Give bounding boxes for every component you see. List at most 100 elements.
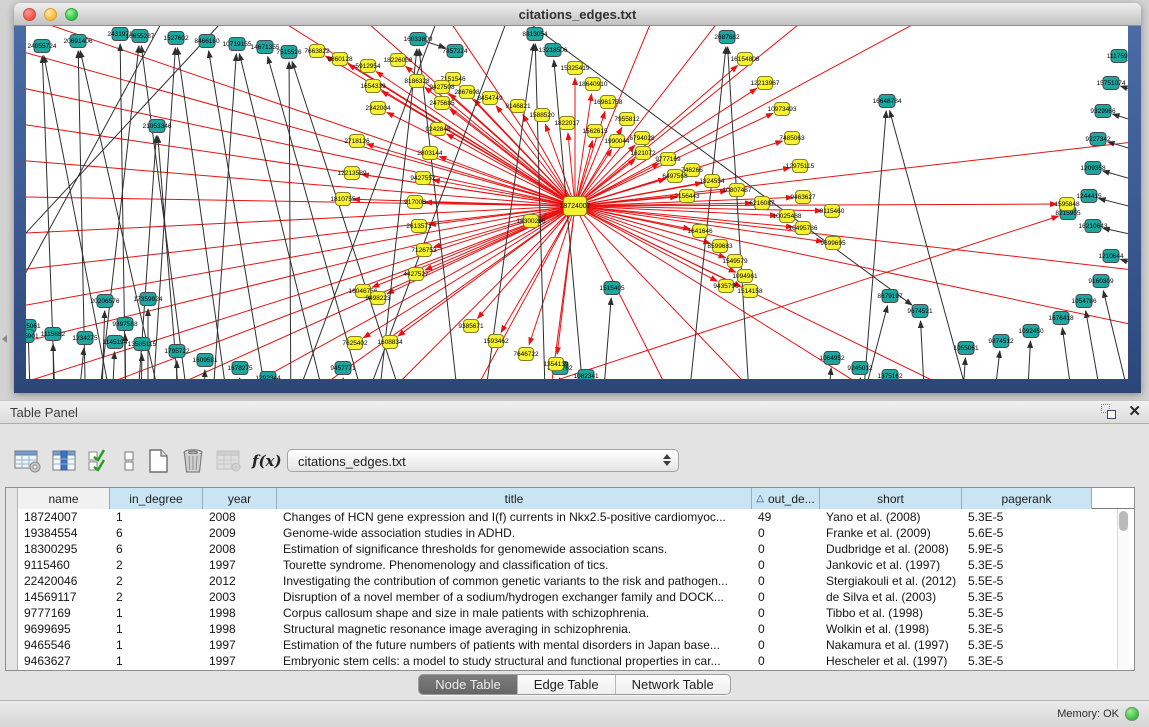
- table-cell: Stergiakouli et al. (2012): [820, 573, 962, 589]
- memory-ok-indicator[interactable]: [1125, 707, 1139, 721]
- svg-text:9874512: 9874512: [988, 338, 1014, 345]
- table-type-tabs: Node Table Edge Table Network Table: [418, 674, 731, 695]
- svg-text:9457771: 9457771: [330, 365, 356, 372]
- window-titlebar[interactable]: citations_edges.txt: [14, 3, 1141, 26]
- svg-text:2803144: 2803144: [417, 150, 443, 157]
- table-row[interactable]: 2242004622012Investigating the contribut…: [18, 573, 1134, 589]
- svg-text:9777169: 9777169: [655, 156, 681, 163]
- table-row[interactable]: 1830029562008Estimation of significance …: [18, 541, 1134, 557]
- svg-text:7663822: 7663822: [304, 48, 330, 55]
- column-header-short[interactable]: short: [820, 488, 962, 509]
- network-view-window: citations_edges.txt 24055724206914062431…: [14, 3, 1141, 393]
- svg-text:1064952: 1064952: [819, 355, 845, 362]
- table-row[interactable]: 977716911998Corpus callosum shape and si…: [18, 605, 1134, 621]
- scrollbar-thumb[interactable]: [1119, 511, 1128, 531]
- table-cell: 2012: [203, 573, 277, 589]
- table-cell: 14569117: [18, 589, 110, 605]
- table-selector-dropdown[interactable]: citations_edges.txt: [287, 449, 679, 472]
- table-mode-icon[interactable]: [14, 446, 42, 476]
- table-row[interactable]: 1938455462009Genome-wide association stu…: [18, 525, 1134, 541]
- svg-text:2156443: 2156443: [674, 193, 700, 200]
- column-header-pagerank[interactable]: pagerank: [962, 488, 1092, 509]
- tab-network-table[interactable]: Network Table: [616, 675, 730, 694]
- svg-text:7126753: 7126753: [411, 247, 437, 254]
- svg-text:2867608: 2867608: [454, 89, 480, 96]
- close-panel-icon[interactable]: ✕: [1128, 404, 1141, 419]
- table-row[interactable]: 911546021997Tourette syndrome. Phenomeno…: [18, 557, 1134, 573]
- table-row[interactable]: 946362711997Embryonic stem cells: a mode…: [18, 653, 1134, 669]
- svg-text:9385671: 9385671: [458, 323, 484, 330]
- svg-text:1117595: 1117595: [1107, 53, 1128, 60]
- table-row[interactable]: 969969511998Structural magnetic resonanc…: [18, 621, 1134, 637]
- svg-text:2718126: 2718126: [344, 138, 370, 145]
- sort-ascending-icon: △: [756, 493, 764, 504]
- svg-text:2475685: 2475685: [429, 100, 455, 107]
- memory-status-label: Memory: OK: [1057, 708, 1119, 720]
- table-cell: 0: [752, 525, 820, 541]
- row-options-icon[interactable]: [122, 446, 136, 476]
- table-vertical-scrollbar[interactable]: [1117, 509, 1129, 669]
- tab-edge-table[interactable]: Edge Table: [518, 675, 616, 694]
- network-canvas[interactable]: 2405572420691406243197110655287152760284…: [26, 26, 1128, 379]
- float-panel-icon[interactable]: [1101, 404, 1116, 419]
- column-header-year[interactable]: year: [203, 488, 277, 509]
- dropdown-arrows-icon: [663, 454, 671, 466]
- table-row[interactable]: 1872400712008Changes of HCN gene express…: [18, 509, 1134, 525]
- svg-text:13505115: 13505115: [128, 341, 157, 348]
- table-cell: 9463627: [18, 653, 110, 669]
- column-header-out-de-[interactable]: △out_de...: [752, 488, 820, 509]
- svg-text:1115682: 1115682: [41, 331, 66, 338]
- table-cell: Estimation of the future numbers of pati…: [277, 637, 752, 653]
- svg-text:18300295: 18300295: [517, 218, 546, 225]
- network-frame-border: 2405572420691406243197110655287152760284…: [14, 26, 1141, 393]
- row-header-strip: [6, 488, 18, 670]
- svg-text:1354139: 1354139: [543, 361, 569, 368]
- function-builder-icon[interactable]: f(x): [252, 446, 282, 476]
- delete-column-icon[interactable]: [180, 446, 206, 476]
- svg-text:1678275: 1678275: [227, 365, 253, 372]
- svg-text:1810755: 1810755: [330, 196, 356, 203]
- table-cell: 22420046: [18, 573, 110, 589]
- show-columns-icon[interactable]: [52, 446, 78, 476]
- svg-text:16210643: 16210643: [1079, 223, 1108, 230]
- svg-text:10655287: 10655287: [126, 33, 155, 40]
- svg-text:10719155: 10719155: [223, 41, 252, 48]
- table-panel-titlebar[interactable]: Table Panel ✕: [0, 400, 1149, 424]
- svg-text:1609581: 1609581: [192, 357, 218, 364]
- citation-network-graph[interactable]: 2405572420691406243197110655287152760284…: [26, 26, 1128, 379]
- svg-text:8215955: 8215955: [1055, 210, 1081, 217]
- svg-text:16154808: 16154808: [731, 56, 760, 63]
- svg-text:7625402: 7625402: [342, 340, 368, 347]
- table-row[interactable]: 946554611997Estimation of the future num…: [18, 637, 1134, 653]
- svg-text:1676418: 1676418: [1048, 315, 1074, 322]
- table-cell: 0: [752, 653, 820, 669]
- table-cell: 18300295: [18, 541, 110, 557]
- svg-text:15325419: 15325419: [561, 65, 590, 72]
- tab-node-table[interactable]: Node Table: [419, 675, 518, 694]
- column-header-in-degree[interactable]: in_degree: [110, 488, 203, 509]
- table-row[interactable]: 1456911722003Disruption of a novel membe…: [18, 589, 1134, 605]
- svg-text:1514158: 1514158: [737, 288, 763, 295]
- table-cell: Tibbo et al. (1998): [820, 605, 962, 621]
- svg-text:9329966: 9329966: [1090, 108, 1116, 115]
- table-cell: 0: [752, 541, 820, 557]
- column-header-name[interactable]: name: [18, 488, 110, 509]
- create-column-icon[interactable]: [146, 446, 170, 476]
- table-cell: 1: [110, 621, 203, 637]
- table-cell: 5.6E-5: [962, 525, 1092, 541]
- table-cell: Disruption of a novel member of a sodium…: [277, 589, 752, 605]
- svg-text:9699695: 9699695: [820, 240, 846, 247]
- table-cell: 9115460: [18, 557, 110, 573]
- svg-text:9427552: 9427552: [410, 175, 436, 182]
- table-panel: Table Panel ✕: [0, 400, 1149, 700]
- svg-text:21053346: 21053346: [143, 123, 172, 130]
- svg-text:15751074: 15751074: [1097, 80, 1126, 87]
- table-cell: Jankovic et al. (1997): [820, 557, 962, 573]
- svg-text:12213967: 12213967: [751, 80, 780, 87]
- svg-text:2613571: 2613571: [406, 223, 432, 230]
- table-cell: 9699695: [18, 621, 110, 637]
- column-header-title[interactable]: title: [277, 488, 752, 509]
- table-body[interactable]: 1872400712008Changes of HCN gene express…: [18, 509, 1134, 670]
- svg-text:20691406: 20691406: [64, 38, 93, 45]
- select-visible-columns-icon[interactable]: [88, 446, 112, 476]
